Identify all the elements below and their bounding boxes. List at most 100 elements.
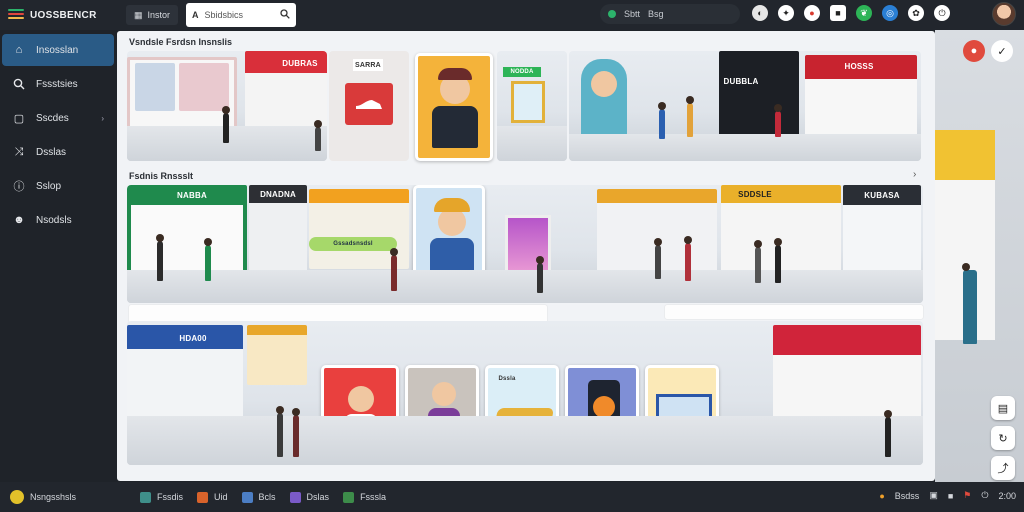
shopper: [686, 96, 694, 137]
shopper: [658, 102, 666, 139]
user-status-icon: [10, 490, 24, 504]
shopper: [884, 410, 892, 457]
chevron-right-icon[interactable]: ›: [913, 169, 916, 180]
search-placeholder: Sbidsbics: [204, 10, 244, 20]
shopper: [390, 248, 398, 291]
globe-icon[interactable]: ◎: [882, 5, 898, 21]
sidebar-item-label: Dsslas: [36, 146, 67, 158]
row1-title: Vsndsle Fsrdsn Insnslis: [129, 37, 233, 47]
storefront: [247, 325, 307, 385]
status-text: Sbtt: [624, 9, 641, 19]
shopper: [684, 236, 692, 281]
flag-icon[interactable]: ⚑: [963, 490, 971, 501]
character-head: [438, 208, 466, 236]
power-icon[interactable]: ⏻: [981, 490, 988, 501]
bottom-bar: Nsngsshsls Fssdis Uid Bcls Dslas Fsssla …: [0, 482, 1024, 512]
shoe-icon: [345, 83, 393, 125]
bookmark-icon[interactable]: ■: [830, 5, 846, 21]
search-icon[interactable]: [280, 9, 290, 21]
user-avatar[interactable]: [992, 2, 1016, 26]
leaf-icon[interactable]: ❦: [856, 5, 872, 21]
power-icon[interactable]: ⏻: [934, 5, 950, 21]
mall-image-2[interactable]: NODDA: [497, 51, 567, 161]
shuffle-icon: ⤨: [14, 145, 24, 158]
shop-window: [135, 63, 175, 111]
text-cursor-icon: A: [192, 10, 199, 20]
tray-label[interactable]: Bsdss: [895, 491, 920, 501]
sidebar-item-home[interactable]: ⌂ Insosslan: [2, 34, 114, 66]
floor: [569, 133, 921, 161]
shopper: [276, 406, 284, 457]
store-sign: DUBRAS: [282, 58, 318, 68]
shopper: [654, 238, 662, 279]
window-icon[interactable]: ■: [948, 491, 953, 501]
bottom-item[interactable]: Fsssla: [343, 491, 387, 503]
settings-icon[interactable]: ✿: [908, 5, 924, 21]
shopper: [536, 256, 544, 293]
copy-icon[interactable]: ▣: [929, 490, 938, 501]
instore-tab[interactable]: ▦ Instor: [126, 5, 179, 25]
sidebar-item-label: Insosslan: [36, 44, 79, 56]
check-icon[interactable]: ✓: [991, 40, 1013, 62]
app-title: UOSSBENCR: [30, 9, 97, 21]
character-head: [348, 386, 374, 412]
bottom-item-label: Fssdis: [157, 492, 184, 502]
bottom-item-label: Fsssla: [360, 492, 387, 502]
product-tag: SARRA: [353, 59, 383, 71]
sidebar-item-shop[interactable]: ⓘ Sslop: [2, 170, 114, 202]
bottom-item[interactable]: Fssdis: [140, 491, 184, 503]
system-tray: ● Bsdss ▣ ■ ⚑ ⏻ 2:00: [879, 490, 1016, 501]
store-sign: KUBASA: [864, 190, 900, 200]
bottom-item-label: Bcls: [258, 492, 276, 502]
store-sign: DUBBLA: [723, 76, 759, 86]
shopper: [774, 238, 782, 283]
shopper: [774, 104, 782, 137]
shopper: [292, 408, 300, 457]
record-icon[interactable]: ●: [963, 40, 985, 62]
product-tile[interactable]: SARRA: [329, 51, 409, 161]
sidebar-item-label: Sslop: [36, 180, 62, 192]
mall-panorama[interactable]: NABBA DNADNA Gssadsnsdsl SDDSLE KUBASA: [127, 185, 923, 303]
mall-concourse[interactable]: HDA00 Dssla: [127, 321, 923, 465]
screen-icon: [511, 81, 545, 123]
shopper: [962, 263, 977, 344]
caption-bar[interactable]: [665, 305, 923, 319]
app-icon: [289, 491, 301, 503]
document-icon[interactable]: ▤: [991, 396, 1015, 420]
search-field[interactable]: A Sbidsbics: [186, 3, 297, 27]
app-logo[interactable]: UOSSBENCR: [8, 9, 126, 21]
shop-window: [179, 63, 229, 111]
bottom-item[interactable]: Uid: [197, 491, 228, 503]
theme-icon[interactable]: ◐: [752, 5, 768, 21]
grid-icon: ▦: [134, 9, 143, 20]
store-sign: HOSSS: [844, 61, 874, 71]
character-head: [591, 71, 617, 97]
status-pill[interactable]: Sbtt Bsg: [600, 4, 740, 24]
clock-time: 2:00: [998, 490, 1016, 501]
hat-icon: [438, 68, 472, 80]
sidebar-item-search[interactable]: Fssstsies: [2, 68, 114, 100]
refresh-icon[interactable]: ↻: [991, 426, 1015, 450]
apps-icon[interactable]: ✦: [778, 5, 794, 21]
notification-icon[interactable]: ●: [804, 5, 820, 21]
sidebar-item-codes[interactable]: ▢ Sscdes ›: [2, 102, 114, 134]
shopper: [156, 234, 164, 281]
sidebar-item-models[interactable]: ☻ Nsodsls: [2, 204, 114, 236]
bottom-left-label: Nsngsshsls: [30, 492, 77, 502]
bottom-item[interactable]: Dslas: [289, 491, 329, 503]
bottom-item[interactable]: Bcls: [241, 491, 276, 503]
mall-image-1[interactable]: DUBRAS: [127, 51, 327, 161]
app-icon: [197, 491, 209, 503]
character-card[interactable]: [415, 53, 493, 161]
coin-icon: ●: [879, 490, 885, 501]
chevron-right-icon[interactable]: ›: [101, 114, 104, 123]
mall-image-3[interactable]: DUBBLA HOSSS: [569, 51, 921, 161]
share-icon[interactable]: ⤴: [991, 456, 1015, 480]
character-body: [432, 106, 478, 148]
top-bar: UOSSBENCR ▦ Instor A Sbidsbics Sbtt Bsg …: [0, 0, 1024, 30]
floor: [127, 416, 923, 465]
menu-icon[interactable]: [8, 9, 24, 21]
promo-sign: NODDA: [503, 67, 541, 77]
sidebar-item-deals[interactable]: ⤨ Dsslas: [2, 136, 114, 168]
bottom-user[interactable]: Nsngsshsls: [10, 490, 126, 504]
